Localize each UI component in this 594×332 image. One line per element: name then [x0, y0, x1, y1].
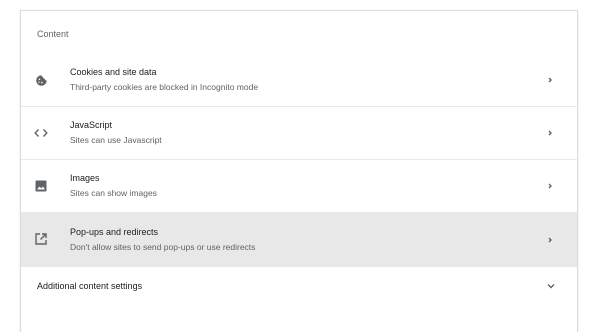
- image-icon: [33, 178, 49, 194]
- row-title: Pop-ups and redirects: [70, 227, 159, 237]
- section-title: Content: [37, 29, 69, 39]
- row-subtitle: Don't allow sites to send pop-ups or use…: [70, 242, 256, 252]
- row-subtitle: Sites can show images: [70, 188, 157, 198]
- chevron-right-icon: [548, 77, 552, 83]
- row-subtitle: Third-party cookies are blocked in Incog…: [70, 82, 259, 92]
- row-subtitle: Sites can use Javascript: [70, 135, 162, 145]
- images-row[interactable]: Images Sites can show images: [21, 160, 577, 212]
- chevron-right-icon: [548, 183, 552, 189]
- cookie-icon: [33, 72, 49, 88]
- row-title: Images: [70, 173, 100, 183]
- javascript-row[interactable]: JavaScript Sites can use Javascript: [21, 107, 577, 159]
- additional-content-settings-label: Additional content settings: [37, 281, 143, 291]
- additional-content-settings-row[interactable]: Additional content settings: [21, 267, 577, 307]
- chevron-right-icon: [548, 130, 552, 136]
- cookies-and-site-data-row[interactable]: Cookies and site data Third-party cookie…: [21, 54, 577, 106]
- row-title: JavaScript: [70, 120, 113, 130]
- chevron-right-icon: [548, 237, 552, 243]
- row-title: Cookies and site data: [70, 67, 157, 77]
- pop-ups-and-redirects-row[interactable]: Pop-ups and redirects Don't allow sites …: [21, 212, 577, 267]
- code-icon: [33, 125, 49, 141]
- open-in-new-icon: [33, 231, 49, 247]
- chevron-down-icon: [547, 284, 555, 289]
- content-settings-panel: Content Cookies and site data Third-part…: [20, 10, 578, 332]
